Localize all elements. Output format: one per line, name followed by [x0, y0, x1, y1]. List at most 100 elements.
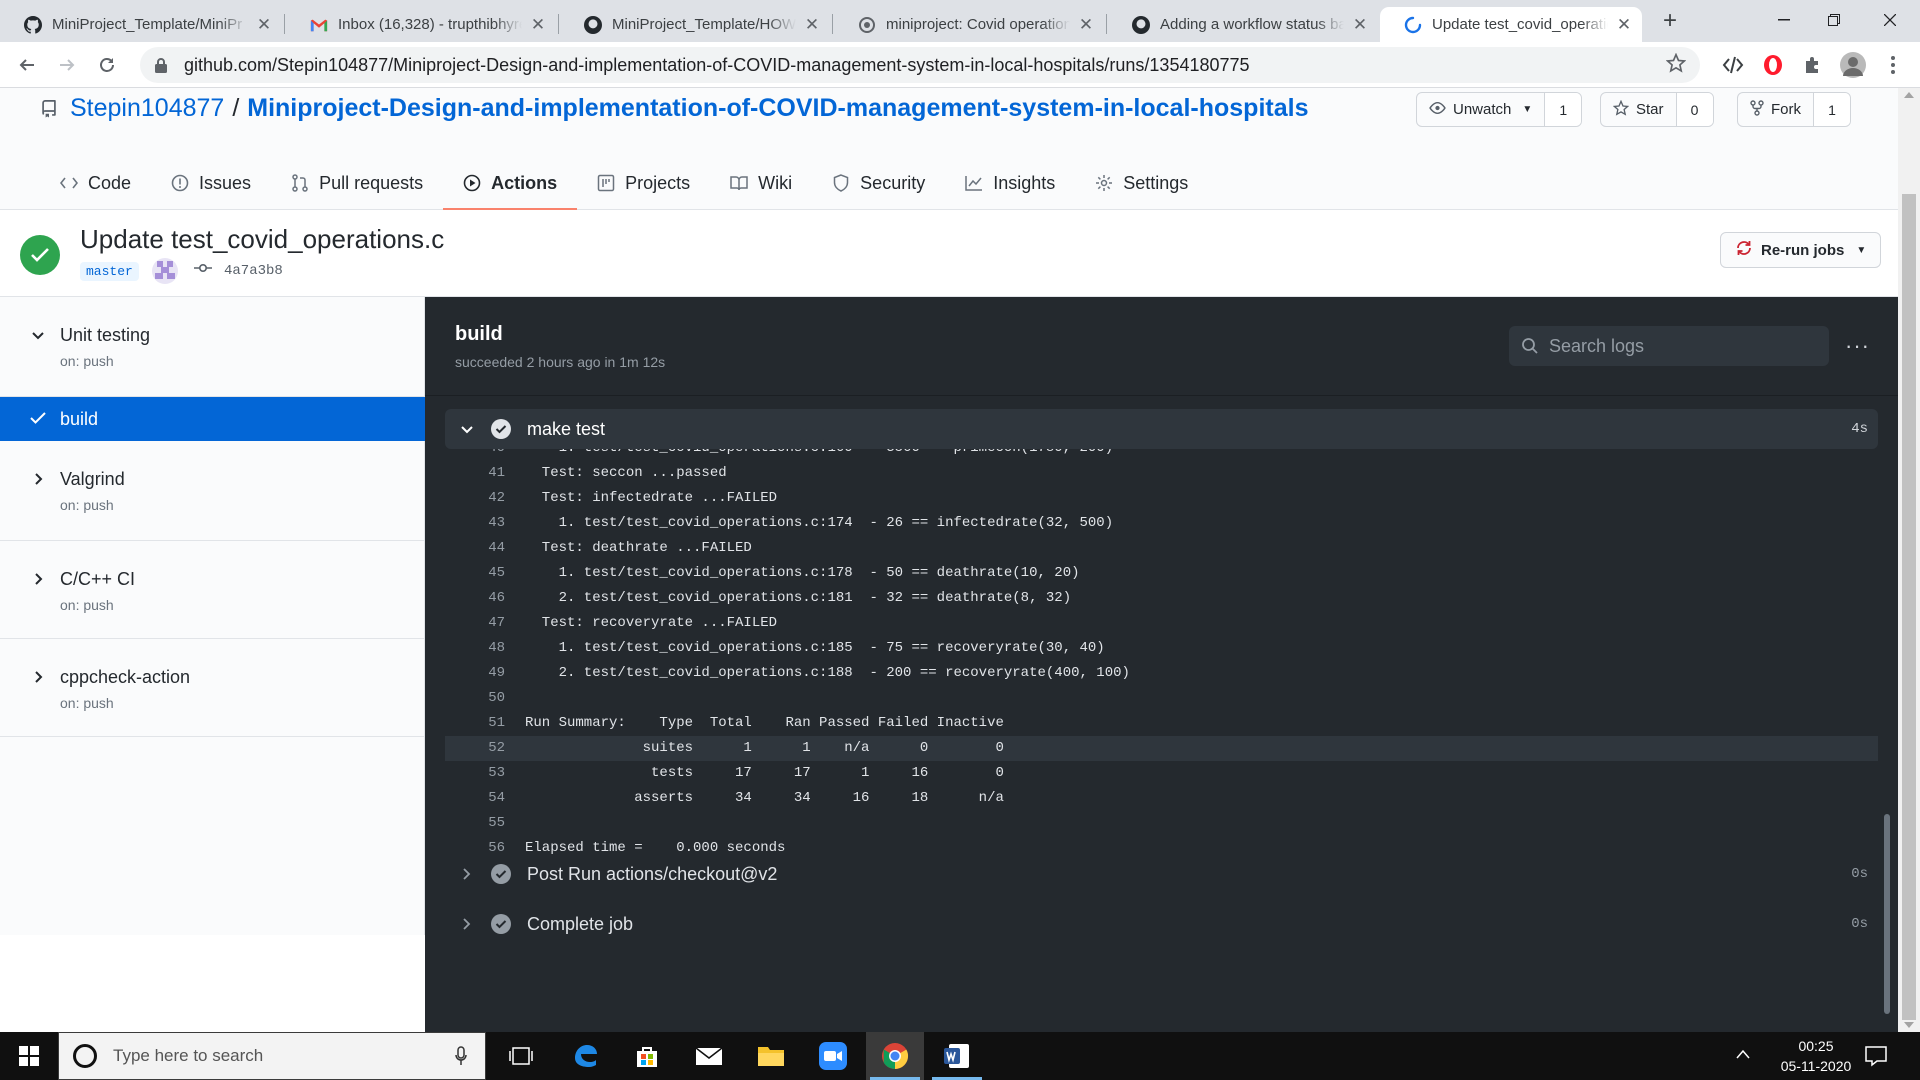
close-icon[interactable]: ✕: [1078, 15, 1094, 35]
rerun-jobs-button[interactable]: Re-run jobs ▼: [1720, 232, 1882, 268]
chevron-right-icon[interactable]: [459, 867, 473, 881]
browser-tab[interactable]: Adding a workflow status ba ✕: [1108, 7, 1378, 42]
log-line-number[interactable]: 42: [445, 486, 505, 511]
browser-tab-active[interactable]: Update test_covid_operation ✕: [1380, 7, 1642, 42]
extensions-puzzle-icon[interactable]: [1800, 52, 1826, 78]
store-icon[interactable]: [618, 1032, 676, 1080]
unwatch-button[interactable]: Unwatch ▼: [1417, 93, 1546, 126]
kebab-menu-icon[interactable]: ···: [1845, 333, 1870, 359]
log-line-number[interactable]: 52: [445, 736, 505, 761]
close-icon[interactable]: ✕: [1616, 15, 1632, 35]
step-make-test[interactable]: make test 4s: [445, 409, 1878, 449]
tab-insights[interactable]: Insights: [945, 156, 1075, 210]
tab-issues[interactable]: Issues: [151, 156, 271, 210]
notification-icon[interactable]: [1864, 1044, 1888, 1068]
new-tab-button[interactable]: +: [1656, 8, 1684, 36]
taskbar-search[interactable]: Type here to search: [58, 1032, 486, 1080]
star-button[interactable]: Star: [1601, 93, 1677, 126]
step-complete-job[interactable]: Complete job 0s: [445, 904, 1878, 944]
repo-owner-link[interactable]: Stepin104877: [70, 94, 224, 123]
back-icon[interactable]: [12, 50, 42, 80]
tab-settings[interactable]: Settings: [1075, 156, 1208, 210]
scrollbar-thumb[interactable]: [1902, 194, 1916, 1020]
close-icon[interactable]: ✕: [256, 15, 272, 35]
close-icon[interactable]: ✕: [804, 15, 820, 35]
tab-code[interactable]: Code: [40, 156, 151, 210]
log-line-number[interactable]: 48: [445, 636, 505, 661]
search-logs-field[interactable]: [1509, 326, 1829, 366]
chevron-right-icon[interactable]: [459, 917, 473, 931]
chevron-right-icon[interactable]: [30, 571, 46, 587]
log-line-number[interactable]: 50: [445, 686, 505, 711]
log-scrollbar[interactable]: [1884, 814, 1890, 1014]
windows-start-icon[interactable]: [0, 1032, 58, 1080]
code-extension-icon[interactable]: [1720, 52, 1746, 78]
profile-avatar[interactable]: [1840, 52, 1866, 78]
edge-icon[interactable]: [556, 1032, 614, 1080]
sidebar-workflow-valgrind[interactable]: Valgrind on: push: [0, 441, 425, 541]
browser-tab[interactable]: MiniProject_Template/MiniPr ✕: [0, 7, 282, 42]
log-line-number[interactable]: 40: [445, 449, 505, 461]
close-icon[interactable]: ✕: [1352, 15, 1368, 35]
fork-button[interactable]: Fork: [1738, 93, 1814, 126]
search-logs-input[interactable]: [1549, 335, 1819, 357]
browser-tab[interactable]: miniproject: Covid operation ✕: [834, 7, 1104, 42]
avatar[interactable]: [152, 258, 178, 284]
forward-icon[interactable]: [52, 50, 82, 80]
task-view-icon[interactable]: [492, 1032, 550, 1080]
close-window-icon[interactable]: [1862, 0, 1918, 40]
chevron-right-icon[interactable]: [30, 471, 46, 487]
microphone-icon[interactable]: [455, 1046, 467, 1066]
tab-actions[interactable]: Actions: [443, 156, 578, 211]
bookmark-star-icon[interactable]: [1665, 52, 1687, 78]
watch-count[interactable]: 1: [1545, 93, 1582, 126]
log-line-number[interactable]: 41: [445, 461, 505, 486]
sidebar-workflow-unit-testing[interactable]: Unit testing on: push: [0, 297, 425, 397]
word-icon[interactable]: [928, 1032, 986, 1080]
log-line-number[interactable]: 47: [445, 611, 505, 636]
minimize-icon[interactable]: [1756, 0, 1812, 40]
log-line-number[interactable]: 44: [445, 536, 505, 561]
log-line-number[interactable]: 55: [445, 811, 505, 836]
file-explorer-icon[interactable]: [742, 1032, 800, 1080]
browser-tab[interactable]: MiniProject_Template/HOWT ✕: [560, 7, 830, 42]
log-line-number[interactable]: 49: [445, 661, 505, 686]
log-line-number[interactable]: 46: [445, 586, 505, 611]
tab-wiki[interactable]: Wiki: [710, 156, 812, 210]
chevron-down-icon[interactable]: [30, 327, 46, 343]
page-scrollbar[interactable]: [1898, 88, 1920, 1032]
sidebar-workflow-cppcheck-action[interactable]: cppcheck-action on: push: [0, 639, 425, 737]
sidebar-job-build[interactable]: build: [0, 397, 425, 441]
opera-extension-icon[interactable]: [1760, 52, 1786, 78]
address-bar[interactable]: github.com/Stepin104877/Miniproject-Desi…: [140, 47, 1700, 83]
branch-badge[interactable]: master: [80, 262, 139, 281]
log-line-number[interactable]: 54: [445, 786, 505, 811]
star-count[interactable]: 0: [1676, 93, 1713, 126]
mail-icon[interactable]: [680, 1032, 738, 1080]
close-icon[interactable]: ✕: [530, 15, 546, 35]
log-line-number[interactable]: 45: [445, 561, 505, 586]
reload-icon[interactable]: [92, 50, 122, 80]
chevron-up-icon[interactable]: [1736, 1046, 1750, 1064]
scroll-down-arrow[interactable]: [1904, 1022, 1914, 1028]
restore-icon[interactable]: [1806, 0, 1862, 40]
tab-projects[interactable]: Projects: [577, 156, 710, 210]
tab-security[interactable]: Security: [812, 156, 945, 210]
log-line-number[interactable]: 51: [445, 711, 505, 736]
log-line-number[interactable]: 53: [445, 761, 505, 786]
zoom-icon[interactable]: [804, 1032, 862, 1080]
scroll-up-arrow[interactable]: [1904, 92, 1914, 98]
chevron-right-icon[interactable]: [30, 669, 46, 685]
more-menu-icon[interactable]: [1880, 52, 1906, 78]
log-line-number[interactable]: 43: [445, 511, 505, 536]
browser-tab[interactable]: Inbox (16,328) - trupthibhyre ✕: [286, 7, 556, 42]
repo-name-link[interactable]: Miniproject-Design-and-implementation-of…: [247, 94, 1308, 123]
sidebar-workflow-c-cpp-ci[interactable]: C/C++ CI on: push: [0, 541, 425, 639]
chrome-icon[interactable]: [866, 1032, 924, 1080]
commit-ref[interactable]: 4a7a3b8: [194, 262, 283, 279]
system-clock[interactable]: 00:25 05-11-2020: [1766, 1036, 1866, 1076]
fork-count[interactable]: 1: [1814, 93, 1850, 126]
step-post-run-checkout[interactable]: Post Run actions/checkout@v2 0s: [445, 854, 1878, 894]
tab-pull-requests[interactable]: Pull requests: [271, 156, 443, 210]
chevron-down-icon[interactable]: [459, 421, 475, 437]
